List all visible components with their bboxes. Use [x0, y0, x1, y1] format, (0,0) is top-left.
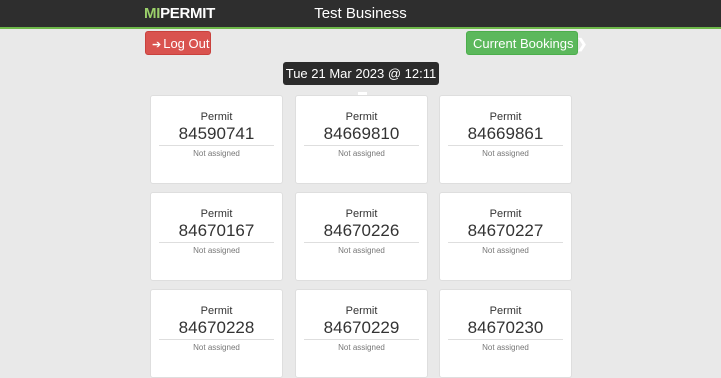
- business-name: Test Business: [314, 5, 407, 22]
- divider: [159, 339, 274, 340]
- permit-status: Not assigned: [193, 343, 240, 352]
- divider: [304, 339, 419, 340]
- permit-label: Permit: [489, 111, 522, 123]
- date-time-text: Tue 21 Mar 2023 @ 12:11: [285, 66, 437, 81]
- permit-card[interactable]: Permit 84670229 Not assigned: [295, 289, 428, 378]
- divider: [448, 339, 563, 340]
- current-bookings-label: Current Bookings: [473, 36, 574, 51]
- permit-status: Not assigned: [338, 343, 385, 352]
- current-bookings-button[interactable]: Current Bookings ❯: [466, 31, 587, 55]
- divider: [304, 242, 419, 243]
- permit-card[interactable]: Permit 84670230 Not assigned: [439, 289, 572, 378]
- permit-card[interactable]: Permit 84669861 Not assigned: [439, 95, 572, 184]
- logout-button[interactable]: ➔ Log Out: [145, 31, 211, 55]
- date-time-picker[interactable]: Tue 21 Mar 2023 @ 12:11: [283, 62, 439, 102]
- permit-number: 84590741: [178, 124, 255, 143]
- permit-label: Permit: [200, 208, 233, 220]
- permit-status: Not assigned: [482, 343, 529, 352]
- permit-card[interactable]: Permit 84670167 Not assigned: [150, 192, 283, 281]
- permit-status: Not assigned: [193, 246, 240, 255]
- divider: [448, 242, 563, 243]
- permit-status: Not assigned: [482, 246, 529, 255]
- permit-card[interactable]: Permit 84670227 Not assigned: [439, 192, 572, 281]
- divider: [159, 145, 274, 146]
- permit-status: Not assigned: [338, 246, 385, 255]
- chevron-right-icon: ❯: [576, 36, 588, 51]
- permit-number: 84670230: [467, 318, 544, 337]
- permit-label: Permit: [345, 305, 378, 317]
- permit-card[interactable]: Permit 84590741 Not assigned: [150, 95, 283, 184]
- permit-number: 84670226: [323, 221, 400, 240]
- permit-status: Not assigned: [338, 149, 385, 158]
- permit-number: 84670227: [467, 221, 544, 240]
- permit-status: Not assigned: [193, 149, 240, 158]
- permit-number: 84670167: [178, 221, 255, 240]
- sign-out-icon: ➔: [152, 39, 162, 51]
- permit-label: Permit: [200, 305, 233, 317]
- top-navbar: MIPERMIT Test Business: [0, 0, 721, 29]
- permit-label: Permit: [489, 208, 522, 220]
- divider: [304, 145, 419, 146]
- divider: [448, 145, 563, 146]
- permit-label: Permit: [489, 305, 522, 317]
- permit-number: 84670229: [323, 318, 400, 337]
- logout-label: Log Out: [163, 36, 210, 51]
- permit-status: Not assigned: [482, 149, 529, 158]
- permit-number: 84669861: [467, 124, 544, 143]
- permit-card[interactable]: Permit 84670226 Not assigned: [295, 192, 428, 281]
- permit-label: Permit: [345, 208, 378, 220]
- permit-number: 84669810: [323, 124, 400, 143]
- permit-label: Permit: [345, 111, 378, 123]
- permit-label: Permit: [200, 111, 233, 123]
- permit-card[interactable]: Permit 84669810 Not assigned: [295, 95, 428, 184]
- permit-card[interactable]: Permit 84670228 Not assigned: [150, 289, 283, 378]
- divider: [159, 242, 274, 243]
- permit-number: 84670228: [178, 318, 255, 337]
